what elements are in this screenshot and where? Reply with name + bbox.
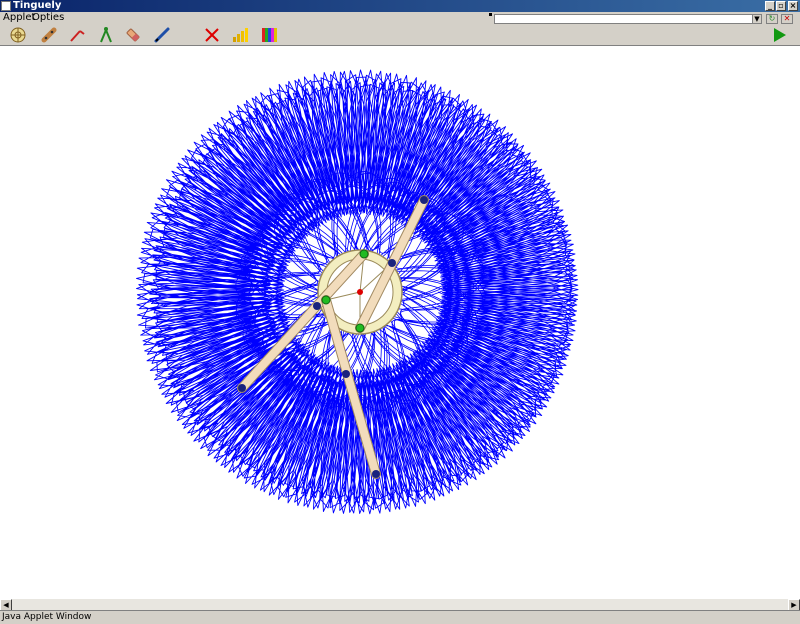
joint-pivot[interactable]	[321, 295, 331, 305]
joint-pen[interactable]	[342, 370, 350, 378]
pen-icon[interactable]	[153, 26, 171, 44]
eraser-icon[interactable]	[124, 26, 142, 44]
close-icon[interactable]: ×	[788, 1, 798, 11]
restore-icon[interactable]: ▫	[776, 1, 786, 11]
spirograph-drawing	[136, 69, 579, 515]
bar-chart-icon[interactable]	[231, 26, 249, 44]
stop-icon[interactable]: ✕	[781, 14, 793, 24]
joint-pen[interactable]	[313, 302, 321, 310]
joint-pen[interactable]	[388, 259, 396, 267]
menu-opties[interactable]: Opties	[32, 12, 64, 24]
delete-icon[interactable]	[203, 26, 221, 44]
drawing-canvas[interactable]	[0, 46, 800, 598]
wheel-center[interactable]	[357, 289, 363, 295]
color-palette-icon[interactable]	[261, 26, 279, 44]
joint-pen[interactable]	[420, 196, 428, 204]
joint-pen[interactable]	[238, 384, 246, 392]
status-text: Java Applet Window	[2, 612, 92, 622]
joint-pivot[interactable]	[359, 249, 369, 259]
refresh-icon[interactable]: ↻	[766, 14, 778, 24]
arm-icon[interactable]	[40, 26, 58, 44]
chevron-down-icon[interactable]: ▼	[752, 14, 762, 24]
window-title: Tinguely	[13, 0, 62, 11]
joint-pen[interactable]	[372, 470, 380, 478]
menu-applet[interactable]: Applet	[3, 12, 35, 24]
wheel-icon[interactable]	[9, 26, 27, 44]
play-icon[interactable]	[770, 26, 788, 44]
address-field[interactable]	[494, 14, 762, 24]
status-bar: Java Applet Window	[0, 610, 800, 624]
hinge-icon[interactable]	[68, 26, 86, 44]
splitter-handle[interactable]	[489, 13, 492, 16]
minimize-icon[interactable]: _	[765, 1, 775, 11]
joint-pivot[interactable]	[355, 323, 365, 333]
java-app-icon	[1, 1, 11, 11]
compass-icon[interactable]	[97, 26, 115, 44]
toolbar	[0, 24, 800, 46]
title-bar: Tinguely _ ▫ ×	[0, 0, 800, 12]
